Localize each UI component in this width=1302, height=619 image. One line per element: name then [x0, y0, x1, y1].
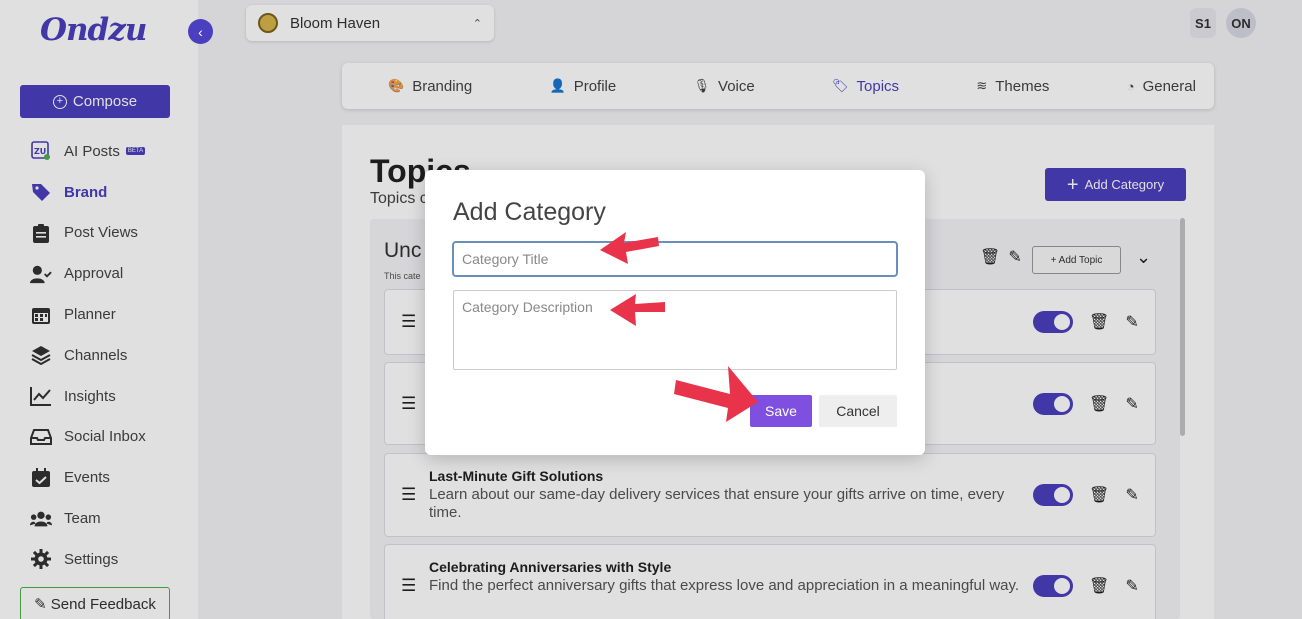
add-category-modal: Add Category Save Cancel — [425, 170, 925, 455]
category-title-input[interactable] — [452, 241, 898, 277]
cancel-button[interactable]: Cancel — [819, 395, 897, 427]
save-button[interactable]: Save — [750, 395, 812, 427]
category-description-input[interactable] — [453, 290, 897, 370]
collapse-sidebar-button[interactable]: ‹ — [188, 19, 213, 44]
modal-title: Add Category — [453, 198, 606, 226]
chevron-left-icon: ‹ — [198, 23, 203, 40]
